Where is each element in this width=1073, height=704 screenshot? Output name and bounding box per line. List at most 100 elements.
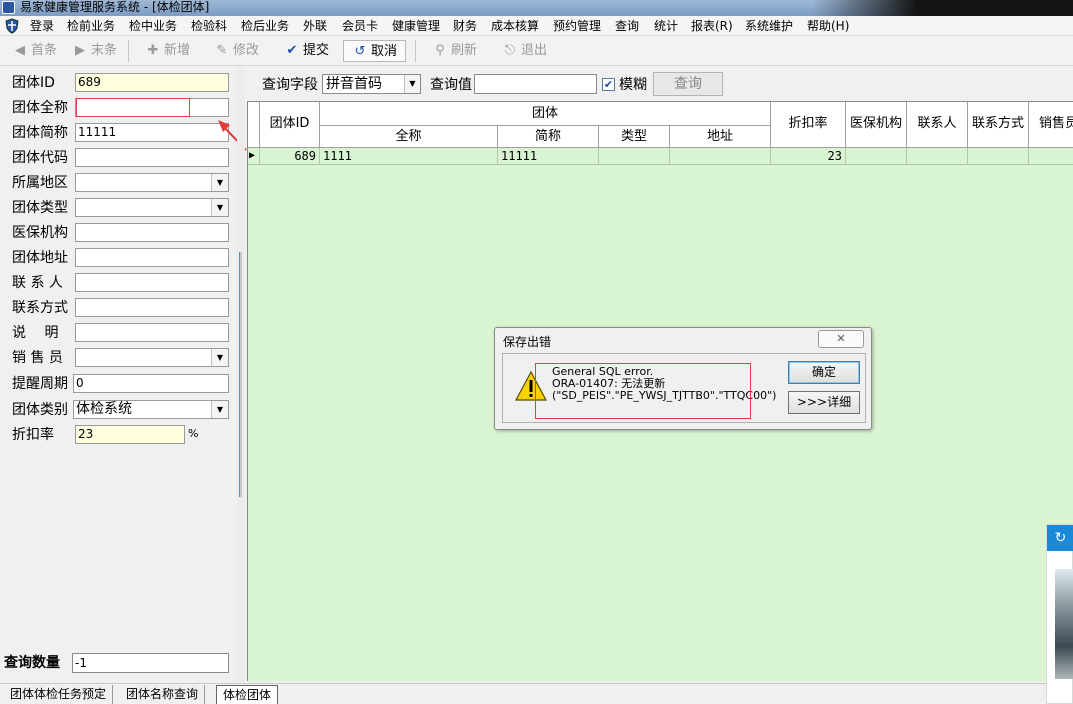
toolbar-separator [128, 40, 129, 62]
dropdown-arrow-icon[interactable]: ▼ [211, 349, 228, 366]
menu-login[interactable]: 登录 [30, 18, 54, 34]
edit-button[interactable]: ✎ 修改 [212, 40, 259, 62]
cell-short-name[interactable]: 11111 [498, 148, 599, 165]
menu-system-maintenance[interactable]: 系统维护 [745, 18, 793, 34]
tab-group-task-booking[interactable]: 团体体检任务预定 [4, 685, 114, 704]
table-row[interactable]: ▶ 689 1111 11111 23 [248, 148, 1073, 165]
menu-post-exam[interactable]: 检后业务 [241, 18, 289, 34]
cell-type[interactable] [599, 148, 670, 165]
add-button[interactable]: ✚ 新增 [143, 40, 190, 62]
category-select[interactable]: 体检系统 ▼ [73, 400, 229, 419]
header-salesperson[interactable]: 销售员 [1029, 102, 1073, 148]
region-select[interactable]: ▼ [75, 173, 229, 192]
pencil-icon: ✎ [216, 43, 228, 58]
query-field-label: 查询字段 [262, 77, 318, 93]
menu-member-card[interactable]: 会员卡 [342, 18, 378, 34]
current-row-indicator-icon: ▶ [248, 148, 260, 165]
menu-statistics[interactable]: 统计 [654, 18, 678, 34]
menu-lab[interactable]: 检验科 [191, 18, 227, 34]
query-value-input[interactable] [474, 74, 597, 94]
discount-field[interactable]: 23 [75, 425, 185, 444]
header-address[interactable]: 地址 [670, 126, 771, 148]
header-discount[interactable]: 折扣率 [771, 102, 846, 148]
contact-field[interactable] [75, 273, 229, 292]
last-record-button[interactable]: ▶ 末条 [70, 40, 117, 62]
header-insurance[interactable]: 医保机构 [846, 102, 907, 148]
menu-pre-exam[interactable]: 检前业务 [67, 18, 115, 34]
cell-full-name[interactable]: 1111 [320, 148, 498, 165]
form-row-address: 团体地址 [0, 247, 236, 269]
query-count-row: 查询数量 -1 [0, 650, 236, 676]
save-error-dialog: 保存出错 ✕ General SQL error. ORA-01407: 无法更… [494, 327, 872, 430]
description-field[interactable] [75, 323, 229, 342]
menu-bar: 登录 检前业务 检中业务 检验科 检后业务 外联 会员卡 健康管理 财务 成本核… [0, 16, 1073, 36]
exit-button[interactable]: ⎋ 退出 [500, 40, 547, 62]
table-header: 团体ID 团体 全称 简称 类型 地址 折扣率 医保机构 联系人 联系方式 销售… [248, 102, 1073, 148]
ok-button[interactable]: 确定 [788, 361, 860, 384]
group-code-field[interactable] [75, 148, 229, 167]
cell-salesperson[interactable] [1029, 148, 1073, 165]
dialog-body: General SQL error. ORA-01407: 无法更新 ("SD_… [502, 353, 866, 423]
window-title: 易家健康管理服务系统 - [体检团体] [20, 0, 210, 14]
menu-outreach[interactable]: 外联 [303, 18, 327, 34]
refresh-circle-icon[interactable]: ↻ [1047, 525, 1073, 551]
cell-address[interactable] [670, 148, 771, 165]
magnifier-icon: ⚲ [435, 43, 445, 58]
dropdown-arrow-icon[interactable]: ▼ [211, 401, 228, 418]
dropdown-arrow-icon[interactable]: ▼ [211, 174, 228, 191]
insurance-field[interactable] [75, 223, 229, 242]
header-full-name[interactable]: 全称 [320, 126, 498, 148]
fuzzy-checkbox[interactable]: ✔ [602, 78, 615, 91]
tab-exam-group[interactable]: 体检团体 [216, 685, 279, 704]
reminder-period-field[interactable]: 0 [73, 374, 229, 393]
query-count-field[interactable]: -1 [72, 653, 229, 673]
menu-appointment[interactable]: 预约管理 [553, 18, 601, 34]
dropdown-arrow-icon[interactable]: ▼ [404, 75, 420, 93]
form-row-insurance: 医保机构 [0, 222, 236, 244]
cell-group-id[interactable]: 689 [260, 148, 320, 165]
address-field[interactable] [75, 248, 229, 267]
splitter-grip[interactable] [239, 252, 242, 497]
dropdown-arrow-icon[interactable]: ▼ [211, 199, 228, 216]
tab-group-name-query[interactable]: 团体名称查询 [120, 685, 206, 704]
fuzzy-label: 模糊 [619, 77, 647, 93]
menu-query[interactable]: 查询 [615, 18, 639, 34]
shield-icon [5, 18, 19, 34]
dialog-close-button[interactable]: ✕ [818, 330, 864, 348]
first-record-button[interactable]: ◀ 首条 [10, 40, 57, 62]
form-row-contact: 联 系 人 [0, 272, 236, 294]
bottom-tab-bar: 团体体检任务预定 团体名称查询 体检团体 [0, 683, 1073, 704]
menu-cost-accounting[interactable]: 成本核算 [491, 18, 539, 34]
details-button[interactable]: >>>详细 [788, 391, 860, 414]
cell-discount[interactable]: 23 [771, 148, 846, 165]
query-button[interactable]: 查询 [653, 72, 723, 96]
contact-method-field[interactable] [75, 298, 229, 317]
menu-help[interactable]: 帮助(H) [807, 18, 849, 34]
panel-splitter[interactable] [237, 67, 245, 682]
menu-reports[interactable]: 报表(R) [691, 18, 733, 34]
group-id-field[interactable]: 689 [75, 73, 229, 92]
salesperson-select[interactable]: ▼ [75, 348, 229, 367]
cancel-button[interactable]: ↺ 取消 [343, 40, 407, 62]
menu-health-management[interactable]: 健康管理 [392, 18, 440, 34]
form-row-salesperson: 销 售 员 ▼ [0, 347, 236, 369]
group-type-select[interactable]: ▼ [75, 198, 229, 217]
cell-contact-method[interactable] [968, 148, 1029, 165]
header-short-name[interactable]: 简称 [498, 126, 599, 148]
cell-contact[interactable] [907, 148, 968, 165]
header-contact-method[interactable]: 联系方式 [968, 102, 1029, 148]
query-field-select[interactable]: 拼音首码 ▼ [322, 74, 421, 94]
cell-insurance[interactable] [846, 148, 907, 165]
title-bar: 易家健康管理服务系统 - [体检团体] [0, 0, 1073, 16]
refresh-button[interactable]: ⚲ 刷新 [430, 40, 477, 62]
header-contact[interactable]: 联系人 [907, 102, 968, 148]
menu-finance[interactable]: 财务 [453, 18, 477, 34]
annotation-highlight-box [535, 363, 751, 419]
menu-in-exam[interactable]: 检中业务 [129, 18, 177, 34]
header-group-id[interactable]: 团体ID [260, 102, 320, 148]
floating-side-widget[interactable]: ↻ [1046, 524, 1073, 704]
submit-button[interactable]: ✔ 提交 [282, 40, 329, 62]
short-name-field[interactable]: 11111 [75, 123, 229, 142]
header-type[interactable]: 类型 [599, 126, 670, 148]
row-indicator-header [248, 102, 260, 148]
